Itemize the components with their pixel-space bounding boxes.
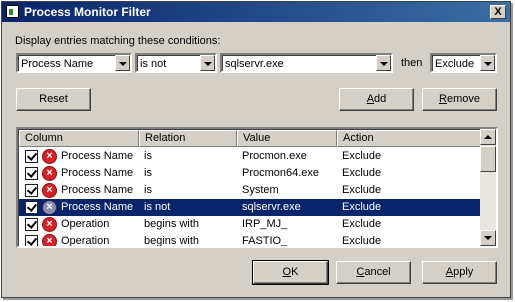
relation-select-value: is not: [140, 58, 167, 70]
header-relation[interactable]: Relation: [139, 130, 237, 147]
ok-button[interactable]: OK: [252, 260, 329, 285]
window-title: Process Monitor Filter: [24, 5, 151, 19]
row-value: FASTIO_: [242, 235, 288, 247]
scroll-thumb[interactable]: [480, 146, 496, 172]
row-relation: is: [144, 167, 152, 179]
chevron-down-icon[interactable]: [376, 55, 391, 71]
header-column[interactable]: Column: [19, 130, 139, 147]
checkbox-checked-icon[interactable]: [25, 201, 38, 214]
value-combo-value: sqlservr.exe: [225, 58, 284, 70]
app-icon: [6, 5, 19, 18]
then-label: then: [401, 57, 423, 69]
column-select-value: Process Name: [21, 58, 94, 70]
close-button[interactable]: X: [490, 5, 506, 19]
action-select[interactable]: Exclude: [430, 53, 497, 73]
row-column: Operation: [61, 235, 110, 247]
chevron-down-icon[interactable]: [200, 55, 215, 71]
checkbox-checked-icon[interactable]: [25, 184, 38, 197]
x-circle-icon: ×: [42, 166, 57, 181]
row-action: Exclude: [342, 184, 382, 196]
list-rows: × Process Name is Procmon.exe Exclude × …: [19, 148, 481, 247]
row-action: Exclude: [342, 150, 382, 162]
row-relation: is: [144, 150, 152, 162]
row-column: Operation: [61, 218, 110, 230]
row-action: Exclude: [342, 235, 382, 247]
checkbox-checked-icon[interactable]: [25, 218, 38, 231]
header-action[interactable]: Action: [337, 130, 481, 147]
row-relation: begins with: [144, 235, 200, 247]
apply-button[interactable]: Apply: [422, 261, 497, 284]
remove-label-post: emove: [446, 93, 480, 105]
table-row[interactable]: × Process Name is System Exclude: [19, 182, 481, 199]
table-row-selected[interactable]: × Process Name is not sqlservr.exe Exclu…: [19, 199, 481, 216]
x-circle-icon: ×: [42, 200, 57, 215]
checkbox-checked-icon[interactable]: [25, 235, 38, 246]
row-value: sqlservr.exe: [242, 201, 301, 213]
filter-list[interactable]: Column Relation Value Action × Process N…: [16, 127, 498, 248]
relation-select[interactable]: is not: [135, 53, 217, 73]
header-value[interactable]: Value: [237, 130, 337, 147]
row-value: Procmon.exe: [242, 150, 307, 162]
x-circle-icon: ×: [42, 183, 57, 198]
table-row[interactable]: × Operation begins with FASTIO_ Exclude: [19, 233, 481, 247]
row-relation: is: [144, 184, 152, 196]
apply-label-accel: A: [445, 266, 454, 278]
row-value: System: [242, 184, 279, 196]
remove-label-accel: R: [439, 93, 447, 105]
value-combo[interactable]: sqlservr.exe: [220, 53, 393, 73]
row-action: Exclude: [342, 167, 382, 179]
list-header: Column Relation Value Action: [19, 130, 481, 147]
chevron-down-icon[interactable]: [480, 55, 495, 71]
x-circle-icon: ×: [42, 149, 57, 164]
row-value: Procmon64.exe: [242, 167, 320, 179]
x-circle-icon: ×: [42, 234, 57, 246]
title-bar: Process Monitor Filter X: [2, 2, 510, 22]
cancel-label-post: ancel: [364, 266, 391, 278]
row-column: Process Name: [61, 150, 134, 162]
scroll-up-icon[interactable]: [480, 129, 496, 145]
add-label-post: dd: [374, 93, 387, 105]
row-value: IRP_MJ_: [242, 218, 288, 230]
filter-dialog: Process Monitor Filter X Display entries…: [1, 1, 511, 298]
row-column: Process Name: [61, 184, 134, 196]
table-row[interactable]: × Process Name is Procmon.exe Exclude: [19, 148, 481, 165]
add-button[interactable]: Add: [339, 88, 414, 111]
column-select[interactable]: Process Name: [16, 53, 132, 73]
add-label-accel: A: [366, 93, 375, 105]
chevron-down-icon[interactable]: [115, 55, 130, 71]
table-row[interactable]: × Operation begins with IRP_MJ_ Exclude: [19, 216, 481, 233]
action-select-value: Exclude: [435, 58, 475, 70]
remove-button[interactable]: Remove: [422, 88, 497, 111]
ok-label-accel: O: [282, 266, 292, 278]
row-relation: begins with: [144, 218, 200, 230]
row-action: Exclude: [342, 218, 382, 230]
cancel-button[interactable]: Cancel: [336, 261, 411, 284]
row-relation: is not: [144, 201, 171, 213]
scroll-down-icon[interactable]: [480, 230, 496, 246]
row-column: Process Name: [61, 201, 134, 213]
checkbox-checked-icon[interactable]: [25, 150, 38, 163]
x-circle-icon: ×: [42, 217, 57, 232]
conditions-label: Display entries matching these condition…: [15, 35, 221, 47]
row-column: Process Name: [61, 167, 134, 179]
vertical-scrollbar[interactable]: [480, 129, 496, 246]
row-action: Exclude: [342, 201, 382, 213]
checkbox-checked-icon[interactable]: [25, 167, 38, 180]
table-row[interactable]: × Process Name is Procmon64.exe Exclude: [19, 165, 481, 182]
apply-label-post: pply: [453, 266, 474, 278]
reset-button[interactable]: Reset: [16, 88, 91, 111]
ok-label-post: K: [291, 266, 299, 278]
